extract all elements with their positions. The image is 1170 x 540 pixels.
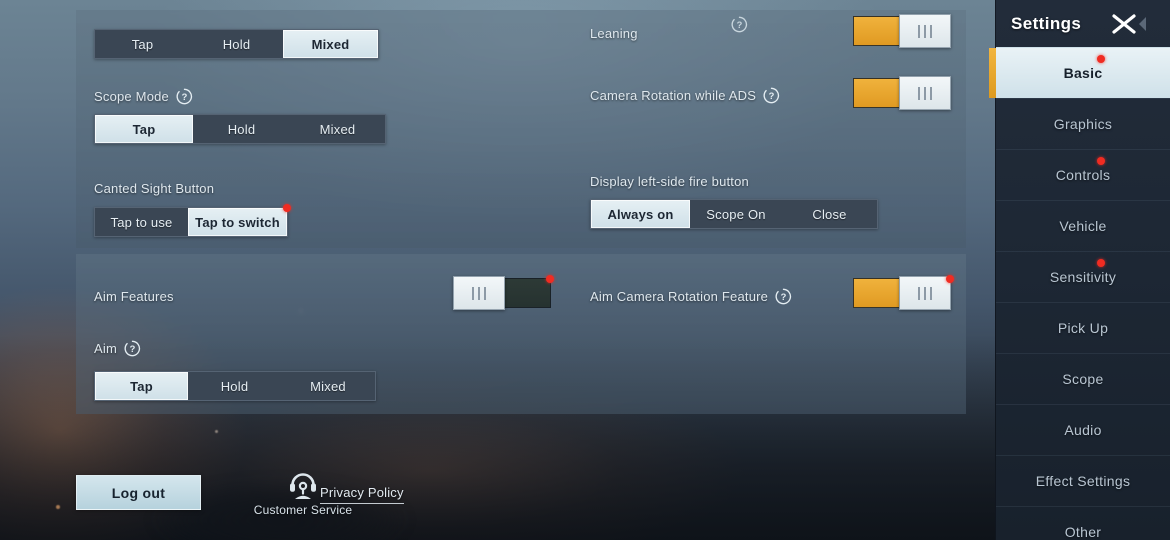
sidebar-item-sensitivity[interactable]: Sensitivity <box>996 251 1170 302</box>
question-mark-icon[interactable]: ? <box>763 87 780 104</box>
scope-mode-segmented-control[interactable]: Tap Hold Mixed <box>94 114 386 144</box>
sidebar-item-label: Scope <box>1062 371 1104 387</box>
aim-features-toggle[interactable] <box>453 275 554 310</box>
panel-bottom-left-column: Aim Features Aim ? Tap Hold Mixed <box>94 254 554 414</box>
fire-button-option-always-on[interactable]: Always on <box>591 200 690 228</box>
fire-mode-option-hold[interactable]: Hold <box>190 30 283 58</box>
svg-text:?: ? <box>781 292 787 302</box>
svg-text:?: ? <box>769 91 775 101</box>
sidebar-item-label: Graphics <box>1053 116 1113 132</box>
fire-mode-segmented-control[interactable]: Tap Hold Mixed <box>94 29 379 59</box>
sidebar-item-label: Controls <box>1055 167 1111 183</box>
panel-top-right-column: Leaning ? Camera Rotation while ADS ? Di… <box>590 10 980 248</box>
sidebar-item-label: Basic <box>1063 65 1103 81</box>
canted-sight-option-tap-to-switch[interactable]: Tap to switch <box>188 208 287 236</box>
svg-text:?: ? <box>130 344 136 354</box>
sidebar-item-label: Other <box>1064 524 1102 540</box>
left-side-fire-button-segmented-control[interactable]: Always on Scope On Close <box>590 199 878 229</box>
aim-features-label: Aim Features <box>94 289 174 304</box>
toggle-thumb <box>453 276 505 310</box>
toggle-thumb <box>899 76 951 110</box>
svg-text:?: ? <box>737 20 743 30</box>
aim-option-tap[interactable]: Tap <box>95 372 188 400</box>
sidebar-menu: Basic Graphics Controls Vehicle Sensitiv… <box>989 47 1170 540</box>
aim-segmented-control[interactable]: Tap Hold Mixed <box>94 371 376 401</box>
sidebar-header: Settings <box>996 0 1170 47</box>
camera-rotation-while-ads-toggle[interactable] <box>853 76 951 110</box>
bottom-bar: Log out Customer Service Privacy Policy <box>76 470 476 530</box>
aim-camera-rotation-feature-toggle[interactable] <box>853 275 954 310</box>
question-mark-icon[interactable]: ? <box>176 88 193 105</box>
sidebar-badge-sensitivity <box>1097 259 1105 267</box>
display-left-side-fire-button-label: Display left-side fire button <box>590 174 749 189</box>
leaning-help-icon-wrap[interactable]: ? <box>731 16 748 38</box>
panel-top-left-column: Tap Hold Mixed Scope Mode ? Tap Hold Mix… <box>94 10 514 248</box>
sidebar-item-label: Effect Settings <box>1035 473 1131 489</box>
sidebar-item-scope[interactable]: Scope <box>996 353 1170 404</box>
question-mark-icon[interactable]: ? <box>731 16 748 33</box>
camera-rotation-label-row: Camera Rotation while ADS ? <box>590 87 780 104</box>
close-button[interactable] <box>1106 9 1152 39</box>
fire-mode-option-tap[interactable]: Tap <box>95 30 190 58</box>
privacy-policy-link[interactable]: Privacy Policy <box>320 485 404 504</box>
sidebar-item-other[interactable]: Other <box>996 506 1170 540</box>
scope-mode-option-tap[interactable]: Tap <box>95 115 193 143</box>
background-speck <box>215 430 218 433</box>
sidebar-item-pick-up[interactable]: Pick Up <box>996 302 1170 353</box>
scope-mode-label: Scope Mode <box>94 89 169 104</box>
sidebar-item-audio[interactable]: Audio <box>996 404 1170 455</box>
sidebar-item-effect-settings[interactable]: Effect Settings <box>996 455 1170 506</box>
aim-camera-rotation-label-row: Aim Camera Rotation Feature ? <box>590 288 792 305</box>
scope-mode-label-row: Scope Mode ? <box>94 88 193 105</box>
camera-rotation-while-ads-label: Camera Rotation while ADS <box>590 88 757 103</box>
sidebar-item-label: Audio <box>1064 422 1102 438</box>
svg-text:?: ? <box>182 92 188 102</box>
leaning-toggle[interactable] <box>853 14 951 48</box>
close-x-icon <box>1112 14 1146 34</box>
canted-sight-option-tap-to-use[interactable]: Tap to use <box>95 208 188 236</box>
page-title: Settings <box>1011 13 1082 33</box>
sidebar-item-basic[interactable]: Basic <box>989 47 1170 98</box>
toggle-thumb <box>899 14 951 48</box>
sidebar-badge-basic <box>1097 55 1105 63</box>
sidebar-item-controls[interactable]: Controls <box>996 149 1170 200</box>
canted-sight-segmented-control[interactable]: Tap to use Tap to switch <box>94 204 291 237</box>
aim-option-mixed[interactable]: Mixed <box>281 372 375 400</box>
settings-screen: Tap Hold Mixed Scope Mode ? Tap Hold Mix… <box>0 0 1170 540</box>
sidebar-item-label: Sensitivity <box>1049 269 1117 285</box>
question-mark-icon[interactable]: ? <box>124 340 141 357</box>
background-speck <box>56 505 60 509</box>
fire-button-option-scope-on[interactable]: Scope On <box>690 200 782 228</box>
settings-panel-bottom: Aim Features Aim ? Tap Hold Mixed Aim Ca… <box>76 254 966 414</box>
sidebar-item-label: Vehicle <box>1059 218 1107 234</box>
headset-icon <box>290 473 316 499</box>
canted-sight-button-label: Canted Sight Button <box>94 181 215 196</box>
aim-label-row: Aim ? <box>94 340 141 357</box>
toggle-thumb <box>899 276 951 310</box>
settings-sidebar: Settings Basic Graphics Controls Vehicle… <box>989 0 1170 540</box>
fire-button-option-close[interactable]: Close <box>782 200 877 228</box>
sidebar-item-vehicle[interactable]: Vehicle <box>996 200 1170 251</box>
aim-camera-rotation-feature-label: Aim Camera Rotation Feature <box>590 289 769 304</box>
leaning-label: Leaning <box>590 26 638 41</box>
question-mark-icon[interactable]: ? <box>775 288 792 305</box>
aim-option-hold[interactable]: Hold <box>188 372 281 400</box>
aim-label: Aim <box>94 341 117 356</box>
sidebar-badge-controls <box>1097 157 1105 165</box>
sidebar-item-graphics[interactable]: Graphics <box>996 98 1170 149</box>
settings-panel-top: Tap Hold Mixed Scope Mode ? Tap Hold Mix… <box>76 10 966 248</box>
customer-service-label: Customer Service <box>253 503 353 517</box>
logout-button[interactable]: Log out <box>76 475 201 510</box>
leaning-label-row: Leaning <box>590 26 638 41</box>
sidebar-item-label: Pick Up <box>1057 320 1109 336</box>
fire-mode-option-mixed[interactable]: Mixed <box>283 30 378 58</box>
scope-mode-option-hold[interactable]: Hold <box>193 115 290 143</box>
panel-bottom-right-column: Aim Camera Rotation Feature ? <box>590 254 980 414</box>
scope-mode-option-mixed[interactable]: Mixed <box>290 115 385 143</box>
